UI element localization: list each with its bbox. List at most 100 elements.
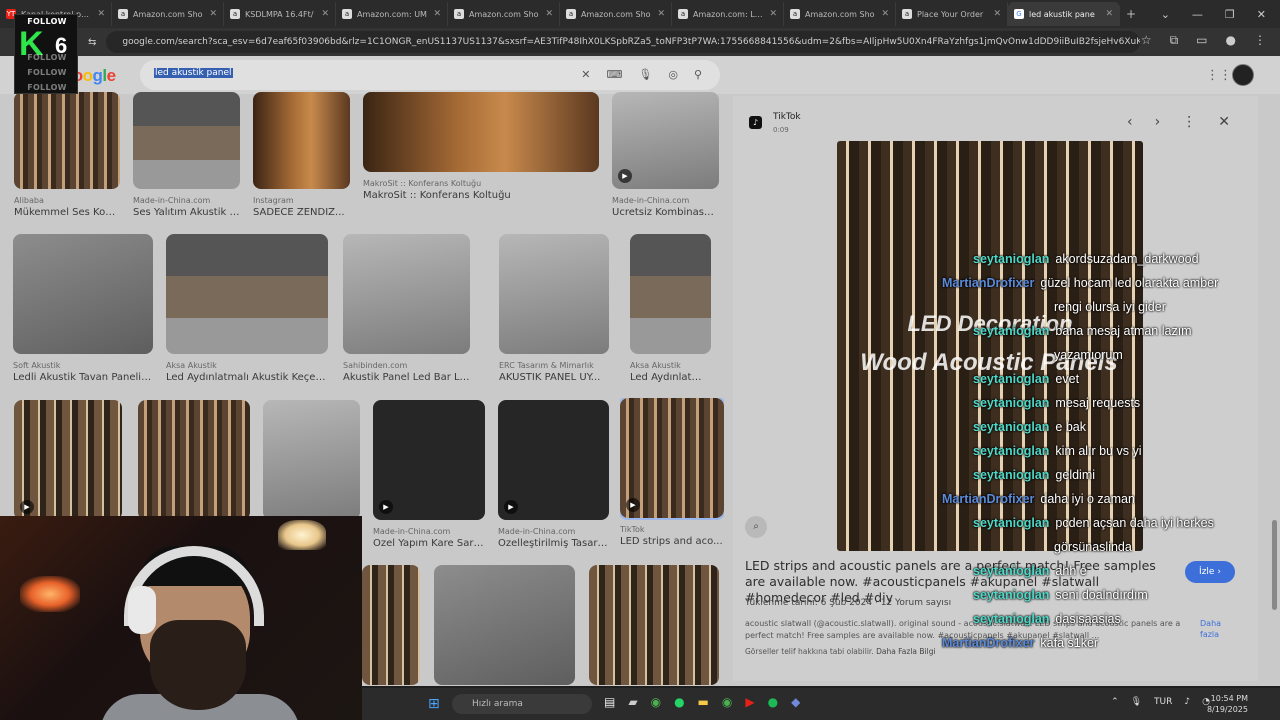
url-field[interactable]: google.com/search?sca_esv=6d7eaf65f03906…	[106, 31, 1140, 53]
terminal-icon[interactable]: ▰	[628, 695, 637, 709]
apps-grid-icon[interactable]: ⋮⋮	[1206, 68, 1232, 83]
close-window-icon[interactable]: ✕	[1257, 8, 1266, 21]
browser-tab[interactable]: a Amazon.com Sho ✕	[112, 2, 224, 26]
result-title[interactable]: Özelleştirilmiş Tasarım...	[498, 538, 609, 549]
taskbar-search[interactable]: Hızlı arama	[452, 694, 592, 714]
image-result[interactable]	[362, 565, 420, 685]
image-result[interactable]: MakroSit :: Konferans KoltuğuMakroSit ::…	[363, 92, 599, 204]
image-result[interactable]: Sahibinden.com Akustik Panel Led Bar Led …	[343, 234, 470, 386]
close-tab-icon[interactable]: ✕	[657, 9, 665, 19]
image-result[interactable]: Made-in-China.com Ses Yalıtım Akustik P..…	[133, 92, 240, 221]
maximize-icon[interactable]: ❐	[1225, 8, 1235, 21]
image-result[interactable]: ERC Tasarım & Mimarlık AKUSTİK PANEL UY..…	[499, 234, 609, 386]
search-icon[interactable]: ⚲	[694, 68, 702, 81]
close-tab-icon[interactable]: ✕	[321, 9, 329, 19]
image-result[interactable]: Instagram SADECE ZENDIZ...	[253, 92, 350, 221]
more-link[interactable]: Daha fazla	[1200, 618, 1240, 640]
result-source[interactable]: Made-in-China.com	[373, 527, 485, 536]
chrome-profile-icon[interactable]: ◉	[722, 695, 732, 709]
result-thumbnail[interactable]	[434, 565, 575, 685]
result-thumbnail[interactable]: ▶	[612, 92, 719, 189]
result-source[interactable]: Aksa Akustik	[630, 361, 711, 370]
spotify-icon[interactable]: ●	[768, 695, 778, 709]
result-source[interactable]: Sahibinden.com	[343, 361, 470, 370]
result-title[interactable]: Ses Yalıtım Akustik P...	[133, 207, 240, 218]
result-thumbnail[interactable]	[630, 234, 711, 354]
watch-button[interactable]: İzle ›	[1185, 561, 1235, 583]
image-result[interactable]: ▶ Made-in-China.com Özelleştirilmiş Tasarı…	[498, 400, 609, 552]
close-tab-icon[interactable]: ✕	[209, 9, 217, 19]
image-result[interactable]: Aksa Akustik Led Aydınlatmalı Akustik Keç…	[166, 234, 328, 386]
language-indicator[interactable]: TUR	[1154, 697, 1172, 707]
result-source[interactable]: Made-in-China.com	[612, 196, 719, 205]
result-thumbnail[interactable]	[13, 234, 153, 354]
result-thumbnail[interactable]	[362, 565, 420, 685]
file-explorer-icon[interactable]: ▤	[604, 695, 615, 709]
image-result[interactable]: Soft Akustik Ledli Akustik Tavan Paneli -…	[13, 234, 153, 386]
sidepanel-icon[interactable]: ▭	[1196, 33, 1207, 48]
new-tab-icon[interactable]: +	[1120, 7, 1142, 21]
result-title[interactable]: LED strips and aco...	[620, 536, 724, 547]
browser-tab[interactable]: a Amazon.com Sho ✕	[448, 2, 560, 26]
next-icon[interactable]: ›	[1155, 114, 1161, 130]
site-info-icon[interactable]: ⇆	[88, 37, 96, 48]
windows-start-icon[interactable]: ⊞	[428, 696, 440, 712]
result-title[interactable]: Akustik Panel Led Bar Led Lo...	[343, 372, 470, 383]
tray-chevron-icon[interactable]: ⌃	[1111, 697, 1119, 707]
result-title[interactable]: MakroSit :: Konferans Koltuğu	[363, 190, 599, 201]
image-result[interactable]	[434, 565, 575, 685]
previous-icon[interactable]: ‹	[1127, 114, 1133, 130]
close-tab-icon[interactable]: ✕	[433, 9, 441, 19]
result-source[interactable]: TikTok	[620, 525, 724, 534]
result-thumbnail[interactable]	[343, 234, 470, 354]
close-tab-icon[interactable]: ✕	[881, 9, 889, 19]
result-source[interactable]: Instagram	[253, 196, 350, 205]
lens-search-icon[interactable]: ⌕	[745, 516, 767, 538]
image-result[interactable]: ▶	[14, 400, 122, 520]
result-thumbnail[interactable]	[499, 234, 609, 354]
account-avatar[interactable]	[1232, 64, 1254, 86]
volume-icon[interactable]: ♪	[1184, 697, 1190, 707]
clear-icon[interactable]: ✕	[581, 68, 590, 81]
result-source[interactable]: MakroSit :: Konferans Koltuğu	[363, 179, 599, 188]
close-tab-icon[interactable]: ✕	[545, 9, 553, 19]
preview-source[interactable]: TikTok	[773, 112, 801, 122]
learn-more-link[interactable]: Daha Fazla Bilgi	[876, 647, 935, 656]
folder-icon[interactable]: ▬	[698, 695, 709, 709]
discord-icon[interactable]: ◆	[791, 695, 800, 709]
lens-icon[interactable]: ◎	[668, 68, 678, 81]
browser-tab[interactable]: Gled akustik pane ✕	[1008, 2, 1120, 26]
minimize-icon[interactable]: —	[1192, 8, 1203, 21]
profile-icon[interactable]: ●	[1226, 33, 1236, 48]
result-title[interactable]: Led Aydınlatmalı Akustik Keçe Pa...	[166, 372, 328, 383]
result-title[interactable]: Özel Yapım Kare Sark...	[373, 538, 485, 549]
youtube-icon[interactable]: ▶	[745, 695, 754, 709]
result-title[interactable]: Ücretsiz Kombinasyo...	[612, 207, 719, 218]
image-result[interactable]: Alibaba Mükemmel Ses Kontr...	[14, 92, 120, 221]
result-source[interactable]: Made-in-China.com	[133, 196, 240, 205]
browser-tab[interactable]: a KSDLMPA 16.4Ft/ ✕	[224, 2, 336, 26]
result-thumbnail[interactable]	[133, 92, 240, 189]
result-thumbnail[interactable]: ▶	[14, 400, 122, 520]
extensions-icon[interactable]: ⧉	[1170, 33, 1179, 48]
image-result[interactable]: ▶ Made-in-China.com Ücretsiz Kombinasyo...	[612, 92, 719, 221]
result-source[interactable]: Aksa Akustik	[166, 361, 328, 370]
result-thumbnail[interactable]: ▶	[373, 400, 485, 520]
result-title[interactable]: Ledli Akustik Tavan Paneli -A...	[13, 372, 153, 383]
mic-tray-icon[interactable]: 🎙	[1131, 697, 1142, 707]
result-thumbnail[interactable]	[166, 234, 328, 354]
close-tab-icon[interactable]: ✕	[1105, 9, 1113, 19]
result-thumbnail[interactable]	[14, 92, 120, 189]
result-source[interactable]: Alibaba	[14, 196, 120, 205]
chrome-icon[interactable]: ◉	[651, 695, 661, 709]
result-source[interactable]: ERC Tasarım & Mimarlık	[499, 361, 609, 370]
result-title[interactable]: Led Aydınlatmalı A...	[630, 372, 711, 383]
whatsapp-icon[interactable]: ●	[674, 695, 684, 709]
image-result[interactable]: Aksa Akustik Led Aydınlatmalı A...	[630, 234, 711, 386]
search-box[interactable]: led akustik panel ✕ ⌨ 🎙 ◎ ⚲	[140, 60, 720, 90]
menu-icon[interactable]: ⋮	[1254, 33, 1266, 48]
image-result[interactable]	[263, 400, 360, 520]
close-tab-icon[interactable]: ✕	[769, 9, 777, 19]
close-tab-icon[interactable]: ✕	[993, 9, 1001, 19]
page-scrollbar[interactable]	[1272, 520, 1277, 610]
